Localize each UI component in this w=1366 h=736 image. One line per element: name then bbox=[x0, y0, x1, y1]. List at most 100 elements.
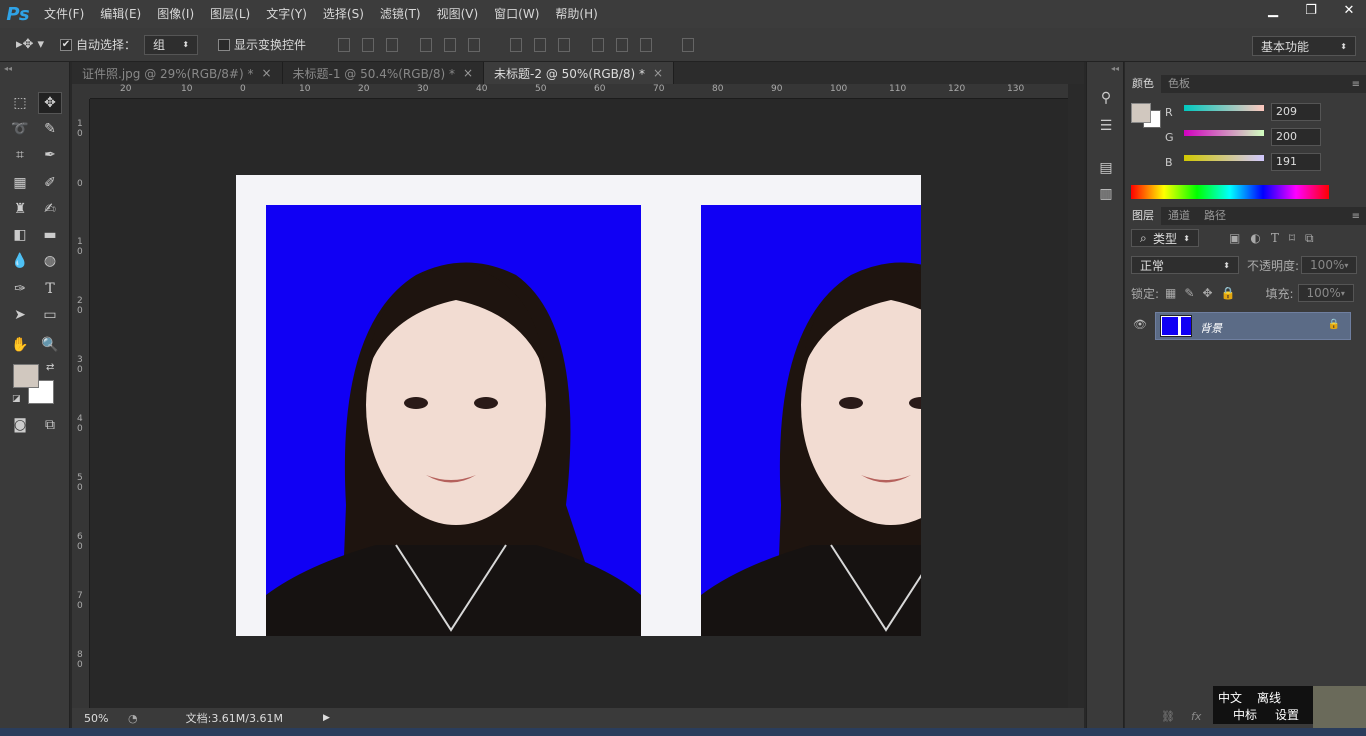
close-button[interactable]: ✕ bbox=[1332, 0, 1366, 20]
tab-document-3[interactable]: 未标题-2 @ 50%(RGB/8) * × bbox=[484, 62, 675, 84]
distribute-top-icon[interactable] bbox=[510, 37, 523, 52]
horizontal-ruler[interactable]: 20 10 0 10 20 30 40 50 60 70 80 90 100 1… bbox=[90, 84, 1068, 99]
foreground-color-swatch[interactable] bbox=[13, 364, 39, 388]
lock-position-icon[interactable]: ✥ bbox=[1202, 286, 1212, 300]
menu-layer[interactable]: 图层(L) bbox=[202, 0, 258, 28]
layer-row-background[interactable]: 背景 🔒 bbox=[1155, 312, 1351, 340]
align-bottom-icon[interactable] bbox=[386, 37, 399, 52]
lock-all-icon[interactable]: 🔒 bbox=[1221, 286, 1236, 300]
g-slider[interactable] bbox=[1184, 130, 1264, 136]
brush-tool-icon[interactable]: ✐ bbox=[38, 172, 62, 194]
auto-select-checkbox[interactable]: ✔ bbox=[60, 38, 72, 51]
menu-select[interactable]: 选择(S) bbox=[315, 0, 372, 28]
close-tab-icon[interactable]: × bbox=[463, 66, 473, 80]
menu-window[interactable]: 窗口(W) bbox=[486, 0, 547, 28]
screen-mode-icon[interactable]: ⧉ bbox=[38, 414, 62, 436]
adjustments-panel-icon[interactable]: ☰ bbox=[1095, 116, 1117, 136]
gradient-tool-icon[interactable]: ▬ bbox=[38, 224, 62, 246]
tab-document-1[interactable]: 证件照.jpg @ 29%(RGB/8#) * × bbox=[72, 62, 283, 84]
blur-tool-icon[interactable]: 💧 bbox=[8, 250, 32, 272]
move-tool-icon[interactable]: ✥ bbox=[38, 92, 62, 114]
status-menu-arrow-icon[interactable]: ▶ bbox=[323, 713, 330, 723]
panel-menu-icon[interactable]: ≡ bbox=[1352, 211, 1360, 222]
menu-image[interactable]: 图像(I) bbox=[149, 0, 202, 28]
menu-filter[interactable]: 滤镜(T) bbox=[372, 0, 429, 28]
filter-type-icon[interactable]: T bbox=[1271, 231, 1279, 245]
r-slider[interactable] bbox=[1184, 105, 1264, 111]
menu-file[interactable]: 文件(F) bbox=[36, 0, 92, 28]
history-panel-icon[interactable]: ⚲ bbox=[1095, 88, 1117, 108]
distribute-bottom-icon[interactable] bbox=[558, 37, 571, 52]
ime-lang[interactable]: 中文 bbox=[1218, 689, 1242, 706]
zoom-level[interactable]: 50% bbox=[84, 712, 124, 725]
rectangle-tool-icon[interactable]: ▭ bbox=[38, 304, 62, 326]
quick-select-tool-icon[interactable]: ✎ bbox=[38, 118, 62, 140]
layer-filter-dropdown[interactable]: ⌕ 类型 ⬍ bbox=[1131, 229, 1199, 247]
document-canvas[interactable] bbox=[236, 175, 921, 636]
align-vcenter-icon[interactable] bbox=[362, 37, 375, 52]
tab-channels[interactable]: 通道 bbox=[1161, 207, 1197, 225]
align-hcenter-icon[interactable] bbox=[444, 37, 457, 52]
tab-swatches[interactable]: 色板 bbox=[1161, 75, 1197, 93]
minimize-button[interactable]: ▁ bbox=[1256, 0, 1290, 20]
collapse-icon[interactable]: ◂◂ bbox=[4, 64, 12, 73]
type-tool-icon[interactable]: T bbox=[38, 278, 62, 300]
swap-colors-icon[interactable]: ⇄ bbox=[46, 362, 54, 373]
marquee-tool-icon[interactable]: ⬚ bbox=[8, 92, 32, 114]
panel-menu-icon[interactable]: ≡ bbox=[1352, 79, 1360, 90]
filter-pixel-icon[interactable]: ▣ bbox=[1229, 231, 1240, 245]
distribute-vcenter-icon[interactable] bbox=[534, 37, 547, 52]
fill-field[interactable]: 100% ▾ bbox=[1297, 284, 1354, 302]
tab-layers[interactable]: 图层 bbox=[1125, 207, 1161, 225]
close-tab-icon[interactable]: × bbox=[653, 66, 663, 80]
color-spectrum[interactable] bbox=[1131, 185, 1329, 199]
quick-mask-icon[interactable]: ◙ bbox=[8, 414, 32, 436]
filter-shape-icon[interactable]: ⌑ bbox=[1289, 231, 1295, 245]
tab-document-2[interactable]: 未标题-1 @ 50.4%(RGB/8) * × bbox=[283, 62, 485, 84]
align-top-icon[interactable] bbox=[338, 37, 351, 52]
align-right-icon[interactable] bbox=[468, 37, 481, 52]
lasso-tool-icon[interactable]: ➰ bbox=[8, 118, 32, 140]
pen-tool-icon[interactable]: ✑ bbox=[8, 278, 32, 300]
status-share-icon[interactable]: ◔ bbox=[128, 712, 138, 725]
path-select-tool-icon[interactable]: ➤ bbox=[8, 304, 32, 326]
auto-select-dropdown[interactable]: 组 ⬍ bbox=[144, 34, 199, 55]
visibility-eye-icon[interactable]: 👁 bbox=[1133, 318, 1147, 331]
filter-smart-icon[interactable]: ⧉ bbox=[1305, 231, 1314, 246]
restore-button[interactable]: ❐ bbox=[1294, 0, 1328, 20]
align-left-icon[interactable] bbox=[420, 37, 433, 52]
filter-adjust-icon[interactable]: ◐ bbox=[1250, 231, 1260, 245]
r-value[interactable]: 209 bbox=[1271, 103, 1321, 121]
g-value[interactable]: 200 bbox=[1271, 128, 1321, 146]
crop-tool-icon[interactable]: ⌗ bbox=[8, 144, 32, 166]
auto-align-icon[interactable] bbox=[682, 37, 695, 52]
b-slider[interactable] bbox=[1184, 155, 1264, 161]
distribute-hcenter-icon[interactable] bbox=[616, 37, 629, 52]
ime-settings[interactable]: 设置 bbox=[1275, 706, 1299, 723]
workspace-dropdown[interactable]: 基本功能 ⬍ bbox=[1252, 36, 1356, 56]
properties-panel-icon[interactable]: ▤ bbox=[1095, 158, 1117, 178]
zoom-tool-icon[interactable]: 🔍 bbox=[38, 334, 62, 356]
hand-tool-icon[interactable]: ✋ bbox=[8, 334, 32, 356]
vertical-ruler[interactable]: 1 0 0 1 0 2 0 3 0 4 0 5 0 6 0 7 0 8 0 bbox=[72, 99, 90, 708]
expand-dock-icon[interactable]: ◂◂ bbox=[1111, 64, 1119, 73]
menu-help[interactable]: 帮助(H) bbox=[547, 0, 605, 28]
fg-color-chip[interactable] bbox=[1131, 103, 1151, 123]
sponge-tool-icon[interactable]: ◍ bbox=[38, 250, 62, 272]
eraser-tool-icon[interactable]: ◧ bbox=[8, 224, 32, 246]
healing-tool-icon[interactable]: ▦ bbox=[8, 172, 32, 194]
menu-view[interactable]: 视图(V) bbox=[429, 0, 487, 28]
layer-name[interactable]: 背景 bbox=[1200, 320, 1222, 336]
lock-transparent-icon[interactable]: ▦ bbox=[1165, 286, 1176, 300]
distribute-right-icon[interactable] bbox=[640, 37, 653, 52]
b-value[interactable]: 191 bbox=[1271, 153, 1321, 171]
move-tool-preset-icon[interactable]: ▸✥ ▾ bbox=[0, 37, 60, 52]
distribute-left-icon[interactable] bbox=[592, 37, 605, 52]
tab-color[interactable]: 颜色 bbox=[1125, 75, 1161, 93]
history-brush-tool-icon[interactable]: ✍ bbox=[38, 198, 62, 220]
fx-icon[interactable]: fx bbox=[1191, 710, 1201, 723]
vertical-scrollbar[interactable] bbox=[1068, 84, 1084, 708]
tab-paths[interactable]: 路径 bbox=[1197, 207, 1233, 225]
ime-mode[interactable]: 离线 bbox=[1257, 689, 1281, 706]
stamp-tool-icon[interactable]: ♜ bbox=[8, 198, 32, 220]
